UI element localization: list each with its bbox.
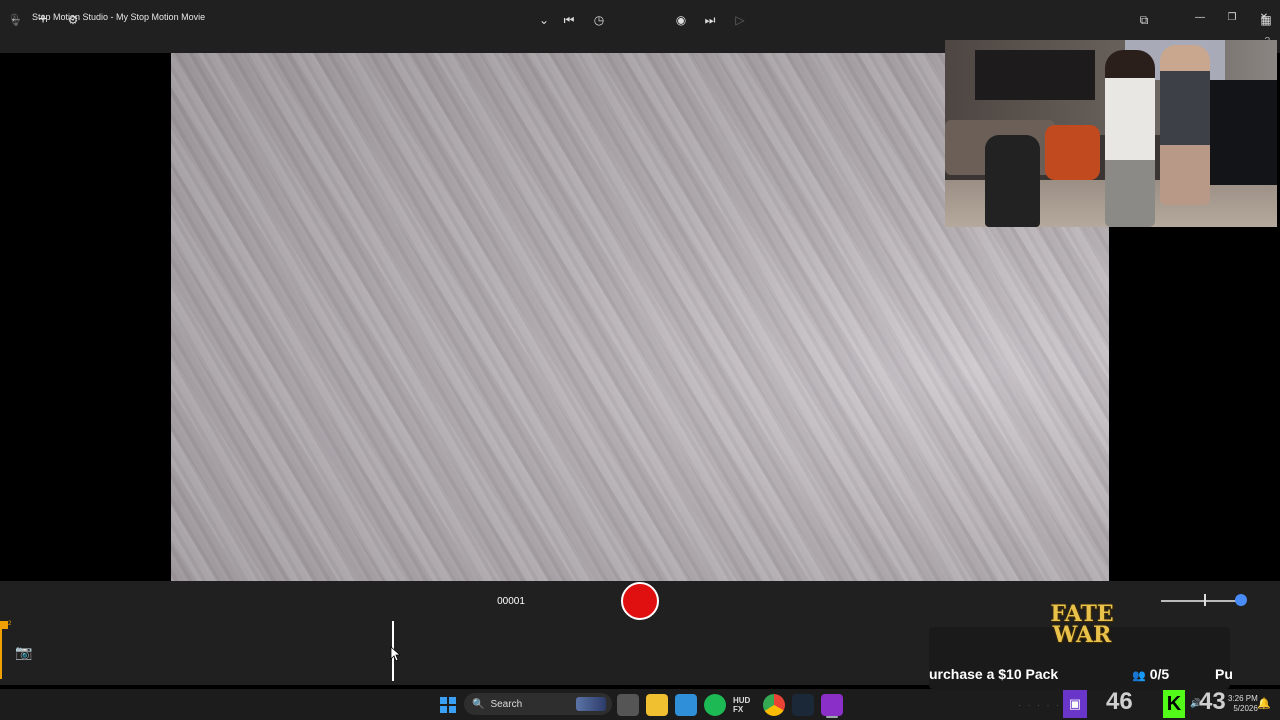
frame-counter[interactable]: 00001 <box>494 581 528 621</box>
screen: ← Stop Motion Studio - My Stop Motion Mo… <box>0 0 1280 720</box>
opacity-slider-knob[interactable] <box>1235 594 1247 606</box>
opacity-slider-mark <box>1204 594 1206 606</box>
task-view-icon[interactable] <box>617 694 639 716</box>
skip-back-icon[interactable]: ⏮ <box>558 0 580 40</box>
participants-count: 👥 0/5 <box>1132 666 1169 682</box>
kick-viewer-count: 43 <box>1199 688 1226 715</box>
search-highlight-image <box>576 697 606 711</box>
promo-text: urchase a $10 Pack <box>929 666 1059 682</box>
capture-camera-icon[interactable]: ◉ <box>670 0 692 40</box>
opacity-slider-track[interactable] <box>1161 600 1241 602</box>
notepad-icon[interactable] <box>675 694 697 716</box>
webcam-blanket <box>1045 125 1100 180</box>
timer-icon[interactable]: ◷ <box>588 0 610 40</box>
game-logo: FATE WAR <box>1035 598 1129 652</box>
record-button[interactable] <box>621 582 659 620</box>
window-title: Stop Motion Studio - My Stop Motion Movi… <box>32 12 206 22</box>
twitch-viewer-count: 46 <box>1106 688 1133 715</box>
mouse-cursor-icon <box>390 646 400 662</box>
maximize-icon[interactable]: ❐ <box>1216 0 1248 34</box>
system-clock[interactable]: 3:26 PM 5/2026 <box>1228 694 1258 714</box>
timeline-marker-label: 2 <box>8 621 12 627</box>
windows-start-icon[interactable] <box>438 694 458 716</box>
webcam-overlay <box>945 40 1277 227</box>
chevron-down-icon[interactable]: ⌄ <box>534 0 554 40</box>
active-app-indicator <box>826 716 838 718</box>
clock-time: 3:26 PM <box>1228 694 1258 703</box>
twitch-icon: ▣ <box>1063 690 1087 718</box>
title-bar: ← Stop Motion Studio - My Stop Motion Mo… <box>0 0 1280 34</box>
kick-icon: K <box>1163 690 1185 718</box>
webcam-chair <box>985 135 1040 227</box>
timeline-marker[interactable] <box>0 621 8 629</box>
chrome-icon[interactable] <box>763 694 785 716</box>
stop-motion-app-icon[interactable] <box>821 694 843 716</box>
notification-bell-icon[interactable]: 🔔 <box>1257 697 1271 710</box>
search-icon: 🔍 <box>472 698 485 710</box>
people-icon: 👥 <box>1132 670 1146 682</box>
game-logo-line-2: WAR <box>1052 622 1112 648</box>
spotify-icon[interactable] <box>704 694 726 716</box>
taskbar <box>0 689 1280 720</box>
add-icon[interactable]: + <box>32 0 54 40</box>
steam-icon[interactable] <box>792 694 814 716</box>
participants-value: 0/5 <box>1149 666 1170 682</box>
webcam-shelf <box>975 50 1095 100</box>
play-icon[interactable]: ▷ <box>729 0 751 40</box>
skip-forward-icon[interactable]: ⏭ <box>699 0 721 40</box>
search-label: Search <box>490 698 523 710</box>
promo-text-right: Pu <box>1215 666 1233 682</box>
tray-dots: · · · · · <box>1018 700 1061 710</box>
grid-icon[interactable]: ▦ <box>1255 0 1277 40</box>
timeline-start-line <box>0 629 2 679</box>
timeline-camera-icon[interactable]: 📷 <box>10 641 38 663</box>
minimize-icon[interactable]: — <box>1184 0 1216 34</box>
settings-icon[interactable]: ⚙ <box>62 0 84 40</box>
clock-date: 5/2026 <box>1233 704 1258 713</box>
hud-fx-icon[interactable]: HUD FX <box>733 694 755 716</box>
webcam-person-2 <box>1160 45 1210 205</box>
overlay-icon[interactable]: ⧉ <box>1133 0 1155 40</box>
webcam-person-1 <box>1105 50 1155 227</box>
microphone-icon[interactable]: 🎙 <box>4 0 26 40</box>
file-explorer-icon[interactable] <box>646 694 668 716</box>
webcam-cabinet <box>1203 80 1277 185</box>
